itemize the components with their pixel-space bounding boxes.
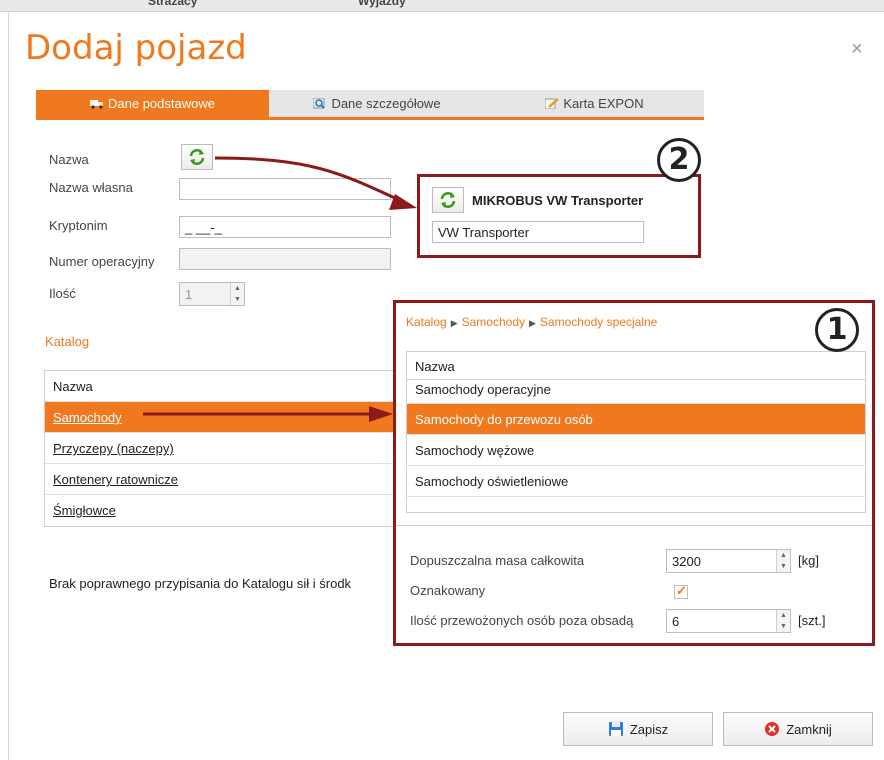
catalog-item-link[interactable]: Śmigłowce <box>53 503 116 518</box>
magnifier-icon <box>313 98 326 109</box>
vehicle-name: MIKROBUS VW Transporter <box>472 193 644 208</box>
catalog-item-kontenery[interactable]: Kontenery ratownicze <box>45 464 403 495</box>
spin-up-icon: ▲ <box>234 285 241 292</box>
breadcrumb-separator-icon: ▶ <box>450 318 458 328</box>
panel-divider <box>396 525 872 526</box>
ilosc-spin[interactable]: ▲ ▼ <box>230 283 244 305</box>
add-vehicle-dialog: Dodaj pojazd × Dane podstawowe Dane szcz… <box>8 12 884 760</box>
tab-label: Dane szczegółowe <box>331 96 441 111</box>
nazwa-wlasna-field[interactable] <box>179 178 391 200</box>
callout-2-badge: 2 <box>657 138 701 182</box>
tab-label: Karta EXPON <box>563 96 644 111</box>
refresh-icon <box>189 149 205 165</box>
breadcrumb-item[interactable]: Samochody specjalne <box>540 315 657 329</box>
save-button-label: Zapisz <box>629 721 669 737</box>
catalog-item-smiglowce[interactable]: Śmigłowce <box>45 495 403 526</box>
spin-up-icon: ▲ <box>780 612 787 619</box>
ilosc-stepper[interactable]: 1 ▲ ▼ <box>179 282 245 306</box>
tab-dane-podstawowe[interactable]: Dane podstawowe <box>36 90 269 117</box>
close-button-label: Zamknij <box>786 721 832 737</box>
persons-stepper[interactable]: 6 ▲ ▼ <box>666 609 791 633</box>
breadcrumb-item[interactable]: Katalog <box>406 315 447 329</box>
callout-1-badge: 1 <box>815 308 859 352</box>
catalog-section-label: Katalog <box>45 334 90 349</box>
tab-bar: Dane podstawowe Dane szczegółowe Karta E… <box>36 90 704 120</box>
vehicle-refresh-button[interactable] <box>432 187 464 213</box>
callout-1-subcategory-panel: Katalog ▶ Samochody ▶ Samochody specjalne Na… <box>393 300 875 646</box>
tab-label: Dane podstawowe <box>108 96 215 111</box>
kryptonim-label: Kryptonim <box>49 218 108 233</box>
callout-2-vehicle-name-panel: MIKROBUS VW Transporter VW Transporter <box>417 174 701 258</box>
persons-value: 6 <box>672 614 680 629</box>
subcategory-item[interactable]: Samochody wężowe <box>407 435 865 466</box>
catalog-status-message: Brak poprawnego przypisania do Katalogu … <box>49 576 352 591</box>
background-window-strip: Strażacy Wyjazdy <box>0 0 884 12</box>
catalog-item-link[interactable]: Kontenery ratownicze <box>53 472 178 487</box>
save-button[interactable]: Zapisz <box>563 712 713 746</box>
floppy-disk-icon <box>608 722 623 736</box>
nazwa-label: Nazwa <box>49 152 89 167</box>
catalog-list: Nazwa Samochody Przyczepy (naczepy) Kont… <box>44 370 404 527</box>
close-icon[interactable]: × <box>851 38 863 61</box>
ilosc-label: Ilość <box>49 286 76 301</box>
spin-down-icon: ▼ <box>780 623 787 630</box>
checkmark-icon: ✓ <box>676 583 687 598</box>
spin-down-icon: ▼ <box>780 563 787 570</box>
dialog-title: Dodaj pojazd <box>25 28 247 68</box>
subcategory-list: Nazwa Samochody operacyjne Samochody do … <box>406 351 866 513</box>
catalog-list-header: Nazwa <box>45 371 403 402</box>
catalog-item-link[interactable]: Samochody <box>53 410 122 425</box>
persons-label: Ilość przewożonych osób poza obsadą <box>410 613 634 628</box>
nazwa-refresh-button[interactable] <box>181 144 213 170</box>
catalog-item-przyczepy[interactable]: Przyczepy (naczepy) <box>45 433 403 464</box>
mass-unit: [kg] <box>798 553 819 568</box>
arrow-head-icon <box>389 194 417 210</box>
background-item-wyjazdy: Wyjazdy <box>358 0 406 8</box>
close-circle-icon <box>765 722 780 736</box>
subcategory-item[interactable]: Samochody operacyjne <box>407 380 865 404</box>
kryptonim-field[interactable]: _ __-_ <box>179 216 391 238</box>
subcategory-item[interactable]: Samochody oświetleniowe <box>407 466 865 497</box>
oznakowany-checkbox[interactable]: ✓ <box>674 583 688 599</box>
breadcrumb-separator-icon: ▶ <box>529 318 536 328</box>
mass-label: Dopuszczalna masa całkowita <box>410 553 585 568</box>
numer-operacyjny-label: Numer operacyjny <box>49 254 155 269</box>
tab-dane-szczegolowe[interactable]: Dane szczegółowe <box>269 90 485 117</box>
background-item-strazacy: Strażacy <box>148 0 198 8</box>
edit-icon <box>545 98 560 109</box>
persons-spin[interactable]: ▲ ▼ <box>776 610 790 632</box>
numer-operacyjny-field <box>179 248 391 270</box>
own-name-field[interactable]: VW Transporter <box>432 221 644 243</box>
subcategory-item-selected[interactable]: Samochody do przewozu osób <box>407 404 865 435</box>
tab-karta-expon[interactable]: Karta EXPON <box>485 90 704 117</box>
spin-down-icon: ▼ <box>234 296 241 303</box>
breadcrumb: Katalog ▶ Samochody ▶ Samochody specjalne <box>406 315 657 329</box>
oznakowany-label: Oznakowany <box>410 583 486 598</box>
persons-unit: [szt.] <box>798 613 826 628</box>
mass-value: 3200 <box>672 554 701 569</box>
breadcrumb-item[interactable]: Samochody <box>462 315 525 329</box>
nazwa-wlasna-label: Nazwa własna <box>49 180 133 195</box>
mass-spin[interactable]: ▲ ▼ <box>776 550 790 572</box>
truck-icon <box>90 100 104 109</box>
spin-up-icon: ▲ <box>780 552 787 559</box>
close-button[interactable]: Zamknij <box>723 712 873 746</box>
refresh-icon <box>440 192 456 208</box>
catalog-item-link[interactable]: Przyczepy (naczepy) <box>53 441 174 456</box>
mass-stepper[interactable]: 3200 ▲ ▼ <box>666 549 791 573</box>
subcategory-list-header: Nazwa <box>407 352 865 380</box>
ilosc-value: 1 <box>185 287 193 302</box>
catalog-item-samochody[interactable]: Samochody <box>45 402 403 433</box>
